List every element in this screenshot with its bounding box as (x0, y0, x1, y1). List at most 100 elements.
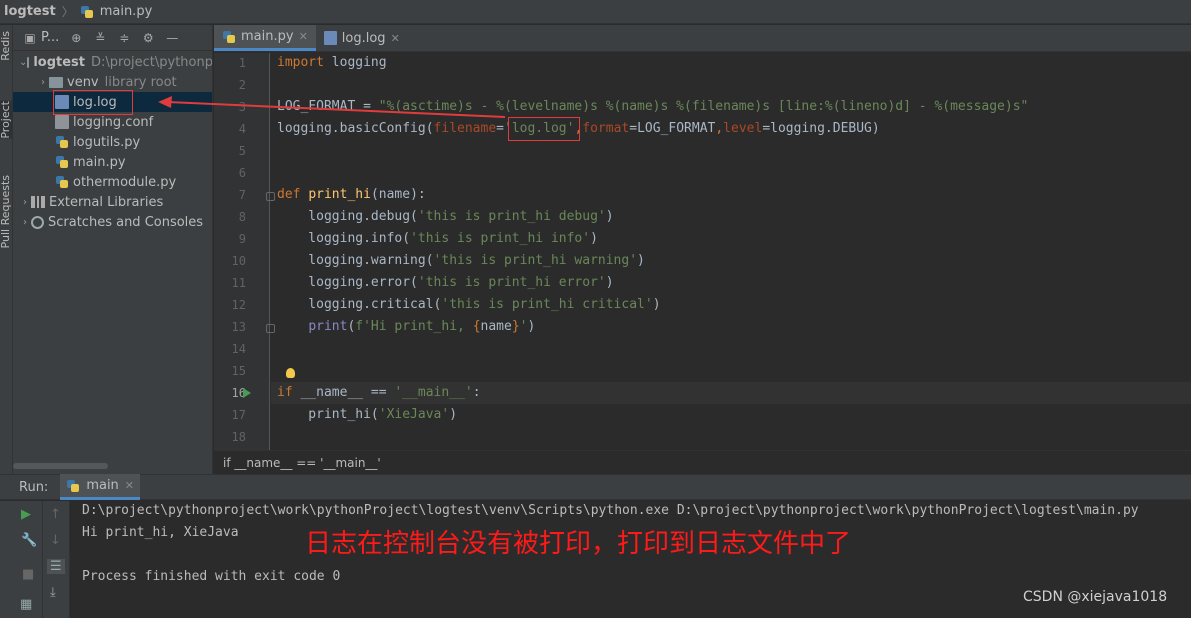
breadcrumb-project[interactable]: logtest (4, 4, 56, 19)
annotation-text: 日志在控制台没有被打印，打印到日志文件中了 (305, 529, 852, 559)
line-number: 8 (238, 210, 246, 224)
editor-breadcrumb[interactable]: if __name__ == '__main__' (214, 450, 1191, 474)
breadcrumb-file[interactable]: main.py (100, 4, 153, 19)
chevron-right-icon: 〉 (61, 5, 74, 19)
tree-item-othermodule-py[interactable]: othermodule.py (13, 172, 212, 192)
tree-item-label: logging.conf (73, 114, 154, 130)
close-icon[interactable]: ✕ (299, 30, 308, 43)
tree-item-label: logutils.py (73, 134, 141, 150)
line-number: 17 (231, 408, 246, 422)
scroll-to-end-icon[interactable]: ⤓ (50, 585, 56, 600)
code-editor[interactable]: import logging LOG_FORMAT = "%(asctime)s… (271, 53, 1191, 450)
run-console[interactable]: D:\project\pythonproject\work\pythonProj… (71, 501, 1191, 618)
chevron-right-icon[interactable]: › (19, 217, 31, 228)
run-toolbar-secondary: ↑ ↓ ☰ ⤓ (43, 501, 70, 618)
tool-tab-pull-requests[interactable]: Pull Requests (0, 175, 13, 248)
arrow-up-icon[interactable]: ↑ (50, 507, 61, 522)
chevron-right-icon[interactable]: › (19, 197, 31, 208)
project-panel-title[interactable]: P... (41, 30, 59, 45)
project-toolbar: ▣ P... ⊕ ≚ ≑ ⚙ — (13, 25, 212, 51)
expand-all-icon[interactable]: ≚ (93, 31, 107, 45)
line-number: 11 (231, 276, 246, 290)
chevron-down-icon[interactable]: ⌄ (19, 57, 27, 68)
python-file-icon (55, 155, 69, 169)
tree-item-venv[interactable]: › venv library root (13, 72, 212, 92)
line-number: 6 (238, 166, 246, 180)
run-tab-main[interactable]: main ✕ (60, 474, 141, 500)
line-number: 12 (231, 298, 246, 312)
tree-item-logging-conf[interactable]: logging.conf (13, 112, 212, 132)
line-number: 4 (238, 122, 246, 136)
gear-icon[interactable]: ⚙ (141, 31, 155, 45)
tree-item-label: Scratches and Consoles (48, 214, 204, 230)
library-icon (31, 196, 45, 208)
chevron-right-icon[interactable]: › (37, 77, 49, 88)
tree-item-path: D:\project\pythonp (91, 54, 213, 70)
tree-item-label: main.py (73, 154, 126, 170)
line-number: 13 (231, 320, 246, 334)
python-file-icon (55, 175, 69, 189)
line-number: 2 (238, 78, 246, 92)
wrench-icon[interactable]: 🔧 (21, 533, 37, 548)
rerun-icon[interactable]: ▶ (21, 507, 31, 522)
console-line: D:\project\pythonproject\work\pythonProj… (82, 503, 1139, 518)
line-number: 16 (231, 386, 246, 400)
tab-log-log[interactable]: log.log ✕ (316, 25, 408, 51)
run-panel-label: Run: (19, 479, 49, 495)
line-number: 14 (231, 342, 246, 356)
tool-tab-redis[interactable]: Redis (0, 31, 13, 61)
code-line-16: if __name__ == '__main__': (277, 385, 481, 400)
tree-item-label: othermodule.py (73, 174, 177, 190)
horizontal-scrollbar[interactable] (13, 463, 108, 469)
close-icon[interactable]: ✕ (125, 479, 134, 492)
code-line-13: print(f'Hi print_hi, {name}') (308, 319, 536, 334)
scratches-icon (31, 215, 44, 229)
line-number: 15 (231, 364, 246, 378)
tree-item-scratches[interactable]: › Scratches and Consoles (13, 212, 212, 232)
layout-icon[interactable]: ▦ (20, 597, 32, 612)
python-file-icon (80, 5, 94, 19)
tree-item-logtest[interactable]: ⌄ logtest D:\project\pythonp (13, 52, 213, 72)
tool-tab-project[interactable]: Project (0, 101, 13, 139)
code-line-8: logging.debug('this is print_hi debug') (277, 209, 614, 224)
navigation-breadcrumb: logtest 〉 main.py (0, 0, 1191, 24)
code-line-3: LOG_FORMAT = "%(asctime)s - %(levelname)… (277, 99, 1029, 114)
line-number: 10 (231, 254, 246, 268)
locate-icon[interactable]: ⊕ (69, 31, 83, 45)
arrow-down-icon[interactable]: ↓ (50, 533, 61, 548)
code-line-17: print_hi('XieJava') (277, 407, 458, 422)
left-tool-strip: Redis Project Pull Requests (0, 25, 13, 475)
tree-item-logutils-py[interactable]: logutils.py (13, 132, 212, 152)
tree-item-main-py[interactable]: main.py (13, 152, 212, 172)
tab-main-py[interactable]: main.py ✕ (214, 25, 316, 51)
lightbulb-icon[interactable] (286, 368, 295, 378)
tab-label: main.py (241, 29, 294, 44)
stop-icon[interactable]: ■ (22, 567, 34, 582)
config-file-icon (55, 115, 69, 129)
code-line-1: import logging (277, 55, 387, 70)
line-number: 5 (238, 144, 246, 158)
editor-tab-bar: main.py ✕ log.log ✕ (214, 25, 1191, 52)
tree-item-label: venv (67, 74, 99, 90)
soft-wrap-icon[interactable]: ☰ (47, 559, 65, 574)
code-line-9: logging.info('this is print_hi info') (277, 231, 598, 246)
tree-item-label: External Libraries (49, 194, 164, 210)
line-number: 7 (238, 188, 246, 202)
run-toolbar-primary: ▶ 🔧 ■ ▦ (13, 501, 43, 618)
hide-icon[interactable]: — (165, 31, 179, 45)
python-file-icon (222, 30, 236, 44)
watermark: CSDN @xiejava1018 (1023, 589, 1168, 605)
collapse-all-icon[interactable]: ≑ (117, 31, 131, 45)
code-line-7: def print_hi(name): (277, 187, 426, 202)
python-file-icon (66, 479, 80, 493)
folder-icon (49, 76, 63, 88)
close-icon[interactable]: ✕ (391, 32, 400, 45)
highlight-box-filename (508, 117, 580, 141)
run-icon[interactable] (243, 388, 251, 398)
project-view-icon[interactable]: ▣ (23, 31, 37, 45)
tree-item-label: logtest (33, 54, 85, 70)
code-line-12: logging.critical('this is print_hi criti… (277, 297, 661, 312)
python-file-icon (55, 135, 69, 149)
tab-label: log.log (341, 30, 386, 46)
tree-item-external-libraries[interactable]: › External Libraries (13, 192, 212, 212)
